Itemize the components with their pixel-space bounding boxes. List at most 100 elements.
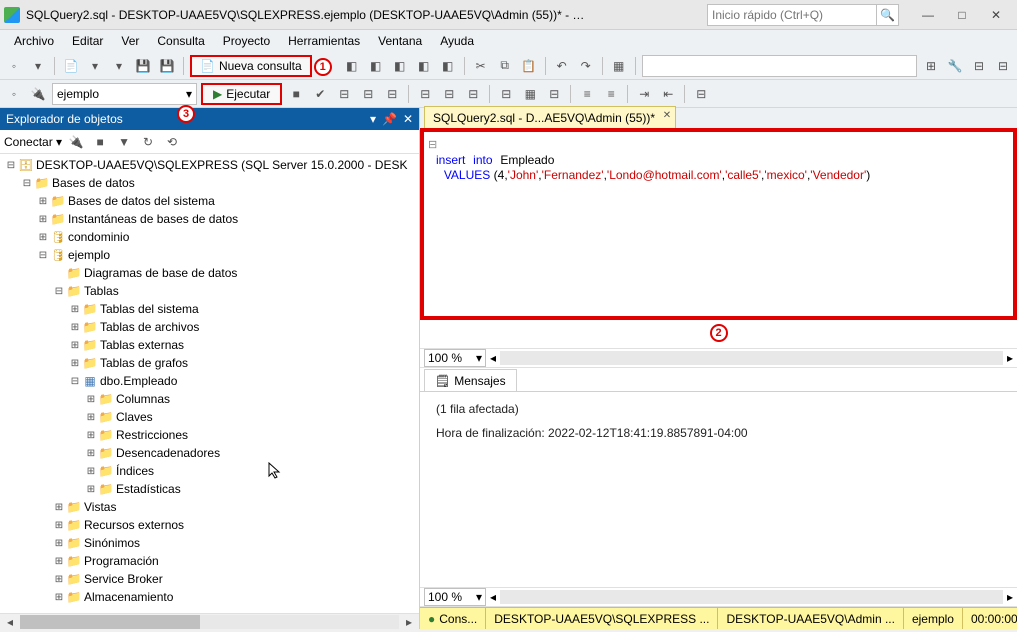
paste-icon[interactable]: 📋 bbox=[519, 56, 539, 76]
specify-values-icon[interactable]: ⊟ bbox=[691, 84, 711, 104]
save-all-icon[interactable]: 💾 bbox=[157, 56, 177, 76]
tree-row[interactable]: ⊞📁Estadísticas bbox=[0, 480, 419, 498]
tree-row[interactable]: ⊟📁Bases de datos bbox=[0, 174, 419, 192]
close-tab-icon[interactable]: ✕ bbox=[663, 110, 671, 121]
tree-row[interactable]: ⊞📁Claves bbox=[0, 408, 419, 426]
execute-button[interactable]: ▶ Ejecutar 3 bbox=[201, 83, 282, 105]
dropdown-icon[interactable]: ▾ bbox=[370, 112, 376, 126]
tree-row[interactable]: ⊞📁Instantáneas de bases de datos bbox=[0, 210, 419, 228]
horizontal-scrollbar[interactable]: ◂ ▸ bbox=[0, 613, 419, 629]
wrench-icon[interactable]: 🔧 bbox=[945, 56, 965, 76]
xmla-icon[interactable]: ◧ bbox=[414, 56, 434, 76]
change-conn-icon[interactable]: 🔌 bbox=[28, 84, 48, 104]
scroll-right-icon[interactable]: ▸ bbox=[1007, 590, 1013, 604]
new-query-button[interactable]: 📄 Nueva consulta 1 bbox=[190, 55, 312, 77]
disconnect-icon[interactable]: 🔌 bbox=[66, 132, 86, 152]
editor-tab[interactable]: SQLQuery2.sql - D...AE5VQ\Admin (55))* ✕ bbox=[424, 106, 676, 128]
quick-launch-input[interactable] bbox=[707, 4, 877, 26]
object-explorer-tree[interactable]: ⊟🗄DESKTOP-UAAE5VQ\SQLEXPRESS (SQL Server… bbox=[0, 154, 419, 613]
use-db-icon[interactable]: ◦ bbox=[4, 84, 24, 104]
tree-row[interactable]: ⊞📁Bases de datos del sistema bbox=[0, 192, 419, 210]
tree-row[interactable]: ⊟▦dbo.Empleado bbox=[0, 372, 419, 390]
tree-row[interactable]: ⊟📁Tablas bbox=[0, 282, 419, 300]
parse-icon[interactable]: ✔ bbox=[310, 84, 330, 104]
zoom-selector[interactable]: 100 %▾ bbox=[424, 588, 486, 606]
open-icon[interactable]: ▾ bbox=[85, 56, 105, 76]
menu-proyecto[interactable]: Proyecto bbox=[215, 32, 278, 50]
uncomment-icon[interactable]: ≡ bbox=[601, 84, 621, 104]
connect-button[interactable]: Conectar ▾ bbox=[4, 135, 62, 149]
refresh-icon[interactable]: ↻ bbox=[138, 132, 158, 152]
tree-row[interactable]: ⊞🛢condominio bbox=[0, 228, 419, 246]
menu-herramientas[interactable]: Herramientas bbox=[280, 32, 368, 50]
tree-row[interactable]: ⊟🗄DESKTOP-UAAE5VQ\SQLEXPRESS (SQL Server… bbox=[0, 156, 419, 174]
tree-row[interactable]: ⊟🛢ejemplo bbox=[0, 246, 419, 264]
results-text-icon[interactable]: ⊟ bbox=[496, 84, 516, 104]
filter-icon[interactable]: ▼ bbox=[114, 132, 134, 152]
forward-icon[interactable]: ▾ bbox=[28, 56, 48, 76]
code-editor[interactable]: ⊟insert into Empleado VALUES (4,'John','… bbox=[420, 132, 1017, 320]
quick-launch-search-icon[interactable]: 🔍 bbox=[877, 4, 899, 26]
scroll-right-icon[interactable]: ▸ bbox=[1007, 351, 1013, 365]
query-options-icon[interactable]: ⊟ bbox=[358, 84, 378, 104]
estimated-plan-icon[interactable]: ⊟ bbox=[334, 84, 354, 104]
copy-icon[interactable]: ⧉ bbox=[495, 56, 515, 76]
messages-panel[interactable]: (1 fila afectada) Hora de finalización: … bbox=[420, 392, 1017, 581]
dmx-icon[interactable]: ◧ bbox=[390, 56, 410, 76]
mdx-icon[interactable]: ◧ bbox=[366, 56, 386, 76]
redo-icon[interactable]: ↷ bbox=[576, 56, 596, 76]
include-client-icon[interactable]: ⊟ bbox=[463, 84, 483, 104]
minimize-button[interactable]: — bbox=[911, 4, 945, 26]
menu-consulta[interactable]: Consulta bbox=[149, 32, 212, 50]
results-file-icon[interactable]: ⊟ bbox=[544, 84, 564, 104]
undo-icon[interactable]: ↶ bbox=[552, 56, 572, 76]
tree-row[interactable]: ⊞📁Service Broker bbox=[0, 570, 419, 588]
results-grid-icon[interactable]: ▦ bbox=[520, 84, 540, 104]
dax-icon[interactable]: ◧ bbox=[438, 56, 458, 76]
tree-row[interactable]: ⊞📁Columnas bbox=[0, 390, 419, 408]
menu-ver[interactable]: Ver bbox=[113, 32, 147, 50]
close-button[interactable]: ✕ bbox=[979, 4, 1013, 26]
tree-row[interactable]: ⊞📁Sinónimos bbox=[0, 534, 419, 552]
menu-ayuda[interactable]: Ayuda bbox=[432, 32, 482, 50]
xml-icon[interactable]: ◧ bbox=[342, 56, 362, 76]
tree-row[interactable]: ⊞📁Tablas externas bbox=[0, 336, 419, 354]
solution-combo[interactable] bbox=[642, 55, 917, 77]
scrollbar-track[interactable] bbox=[500, 351, 1003, 365]
comment-out-icon[interactable]: ≡ bbox=[577, 84, 597, 104]
comment-icon[interactable]: ▦ bbox=[609, 56, 629, 76]
include-stats-icon[interactable]: ⊟ bbox=[439, 84, 459, 104]
debug-icon[interactable]: ■ bbox=[286, 84, 306, 104]
activity-icon[interactable]: ⊟ bbox=[969, 56, 989, 76]
add-icon[interactable]: ▾ bbox=[109, 56, 129, 76]
tree-row[interactable]: ⊞📁Restricciones bbox=[0, 426, 419, 444]
save-icon[interactable]: 💾 bbox=[133, 56, 153, 76]
tree-row[interactable]: ⊞📁Tablas de archivos bbox=[0, 318, 419, 336]
menu-ventana[interactable]: Ventana bbox=[370, 32, 430, 50]
scroll-left-icon[interactable]: ◂ bbox=[490, 351, 496, 365]
outdent-icon[interactable]: ⇤ bbox=[658, 84, 678, 104]
back-icon[interactable]: ◦ bbox=[4, 56, 24, 76]
tree-row[interactable]: ⊞📁Tablas del sistema bbox=[0, 300, 419, 318]
tree-row[interactable]: ⊞📁Tablas de grafos bbox=[0, 354, 419, 372]
tree-row[interactable]: ⊞📁Índices bbox=[0, 462, 419, 480]
report-icon[interactable]: ⊟ bbox=[993, 56, 1013, 76]
scroll-left-icon[interactable]: ◂ bbox=[490, 590, 496, 604]
database-selector[interactable]: ejemplo ▾ bbox=[52, 83, 197, 105]
pin-icon[interactable]: 📌 bbox=[382, 112, 397, 126]
sync-icon[interactable]: ⟲ bbox=[162, 132, 182, 152]
zoom-selector[interactable]: 100 %▾ bbox=[424, 349, 486, 367]
scrollbar-thumb[interactable] bbox=[20, 615, 200, 629]
tree-row[interactable]: ⊞📁Almacenamiento bbox=[0, 588, 419, 606]
include-plan-icon[interactable]: ⊟ bbox=[415, 84, 435, 104]
maximize-button[interactable]: □ bbox=[945, 4, 979, 26]
tree-row[interactable]: 📁Diagramas de base de datos bbox=[0, 264, 419, 282]
stop-icon[interactable]: ■ bbox=[90, 132, 110, 152]
new-project-icon[interactable]: 📄 bbox=[61, 56, 81, 76]
intellisense-icon[interactable]: ⊟ bbox=[382, 84, 402, 104]
tree-row[interactable]: ⊞📁Desencadenadores bbox=[0, 444, 419, 462]
close-panel-icon[interactable]: ✕ bbox=[403, 112, 413, 126]
props-icon[interactable]: ⊞ bbox=[921, 56, 941, 76]
scrollbar-track[interactable] bbox=[500, 590, 1003, 604]
menu-editar[interactable]: Editar bbox=[64, 32, 111, 50]
